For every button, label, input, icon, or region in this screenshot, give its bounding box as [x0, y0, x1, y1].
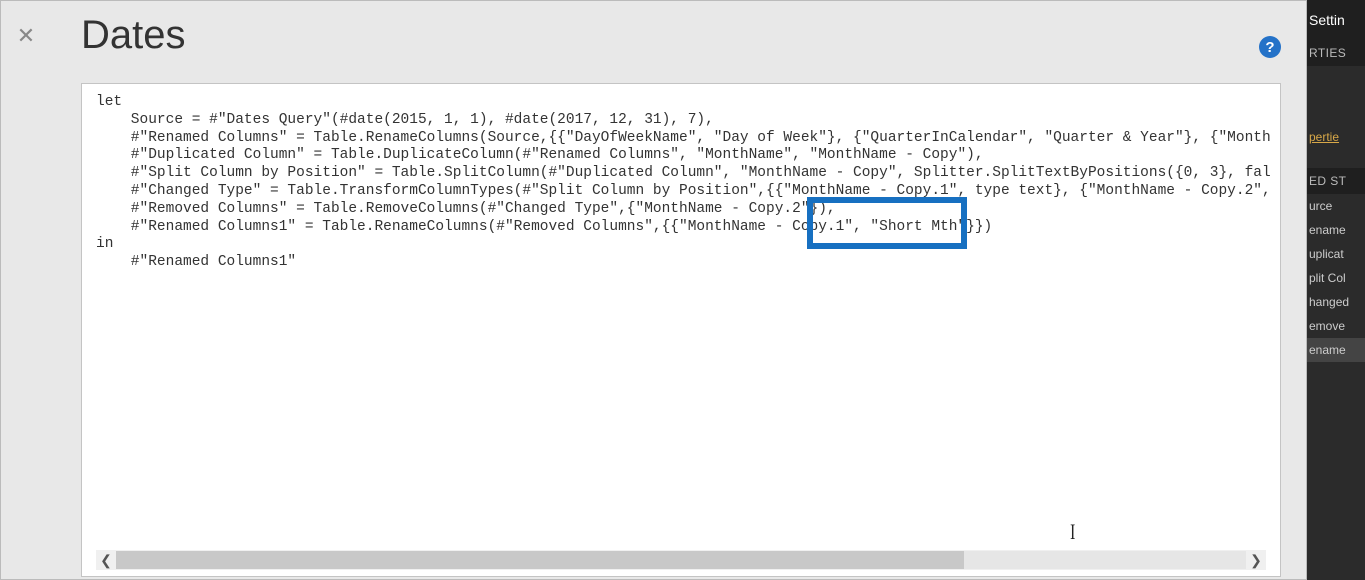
- code-editor-box: let Source = #"Dates Query"(#date(2015, …: [81, 83, 1281, 577]
- applied-step[interactable]: emove: [1307, 314, 1365, 338]
- applied-steps-header: ED ST: [1307, 168, 1365, 194]
- scroll-thumb[interactable]: [116, 551, 964, 569]
- horizontal-scrollbar[interactable]: ❮ ❯: [96, 550, 1266, 570]
- settings-header: Settin: [1307, 0, 1365, 40]
- applied-step[interactable]: uplicat: [1307, 242, 1365, 266]
- help-icon[interactable]: ?: [1259, 36, 1281, 58]
- scroll-left-button[interactable]: ❮: [96, 550, 116, 570]
- scroll-track[interactable]: [116, 551, 1246, 569]
- applied-step[interactable]: ename: [1307, 338, 1365, 362]
- editor-title: Dates: [81, 13, 186, 58]
- code-editor[interactable]: let Source = #"Dates Query"(#date(2015, …: [96, 94, 1272, 548]
- applied-step[interactable]: plit Col: [1307, 266, 1365, 290]
- advanced-editor-dialog: ✕ Dates ? let Source = #"Dates Query"(#d…: [0, 0, 1307, 580]
- applied-step[interactable]: urce: [1307, 194, 1365, 218]
- query-settings-panel: Settin RTIES pertie ED ST urceenameuplic…: [1307, 0, 1365, 580]
- properties-section-header: RTIES: [1307, 40, 1365, 66]
- applied-step[interactable]: ename: [1307, 218, 1365, 242]
- all-properties-link[interactable]: pertie: [1307, 126, 1365, 148]
- close-button[interactable]: ✕: [13, 23, 39, 49]
- scroll-right-button[interactable]: ❯: [1246, 550, 1266, 570]
- applied-step[interactable]: hanged: [1307, 290, 1365, 314]
- text-cursor-icon: I: [1070, 519, 1075, 545]
